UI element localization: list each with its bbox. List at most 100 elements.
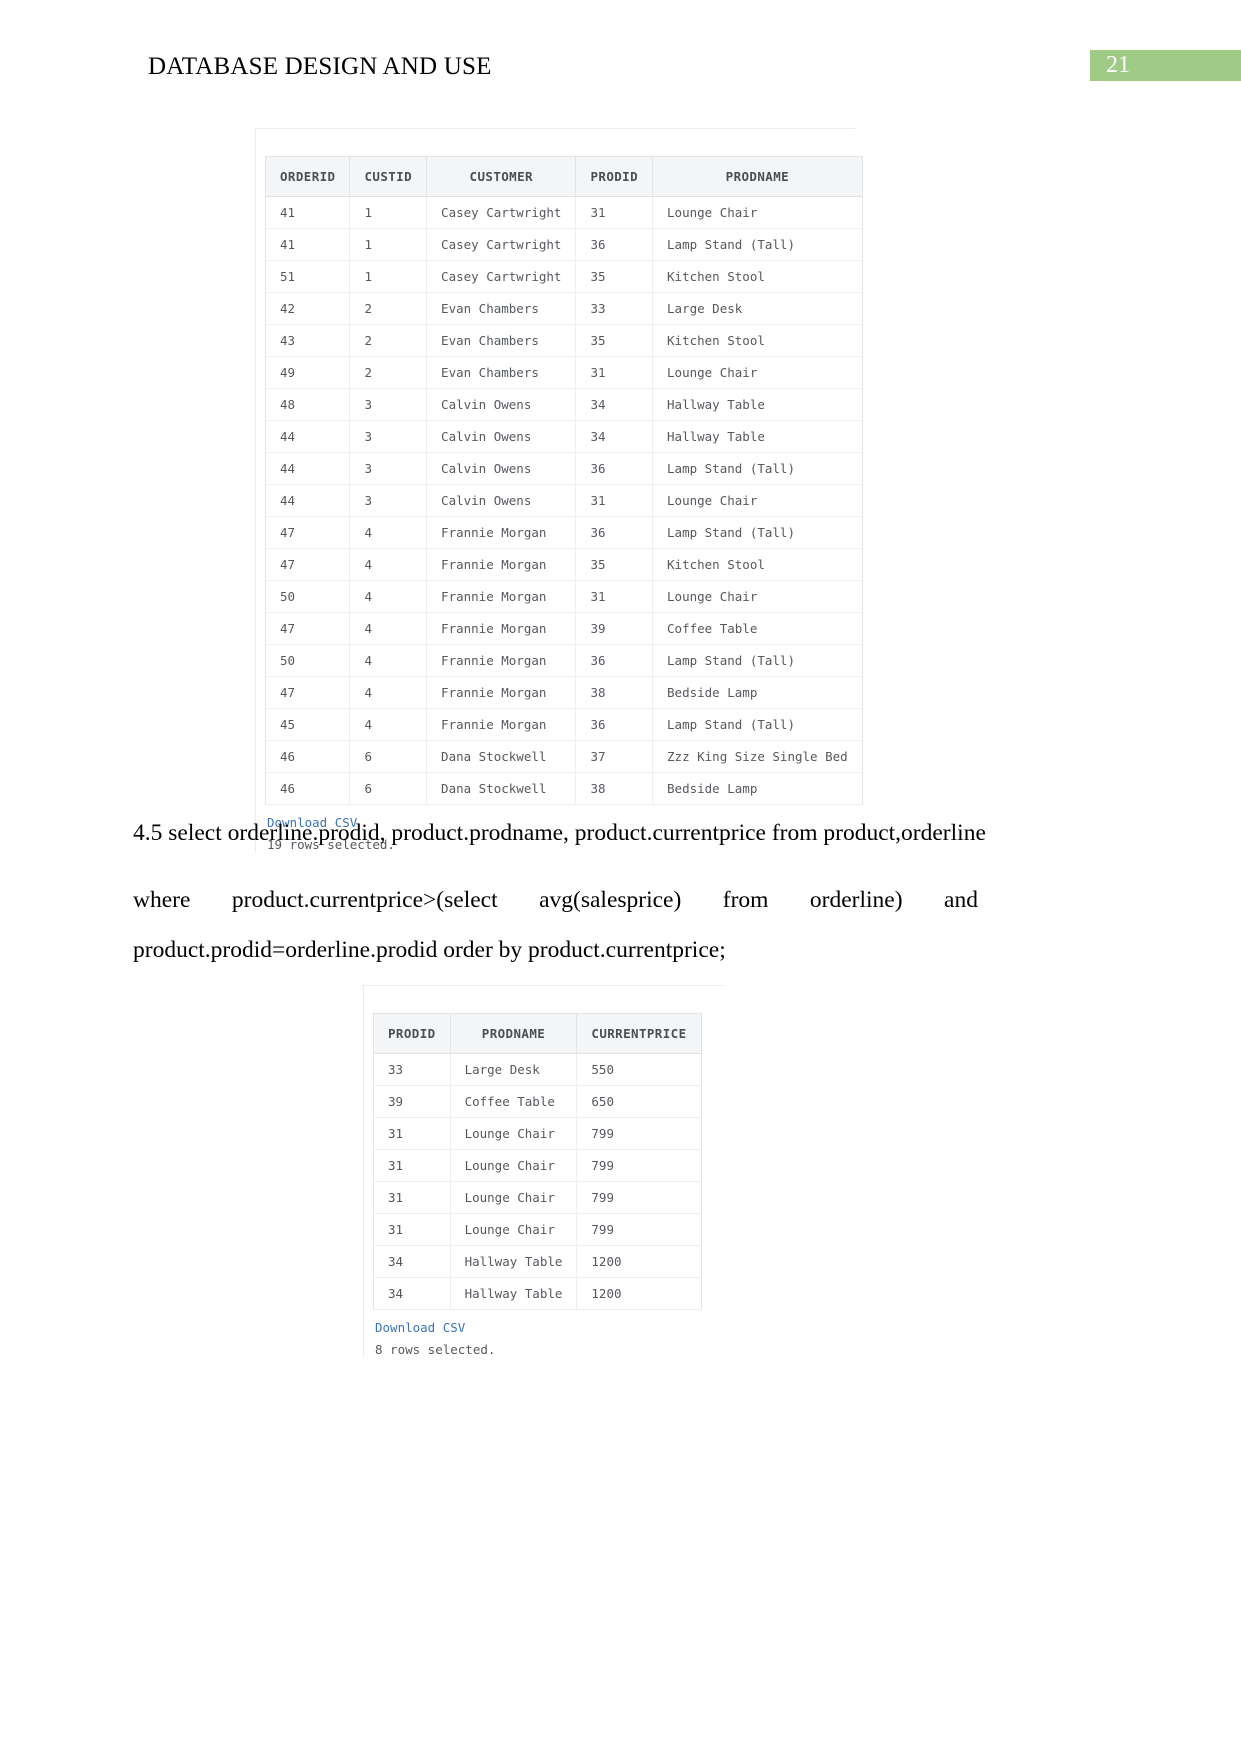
table-row[interactable]: 48 3 Calvin Owens 34 Hallway Table (265, 388, 863, 421)
table-body-1: 41 1 Casey Cartwright 31 Lounge Chair 41 1 Case… (265, 196, 863, 805)
cell-currentprice: 550 (576, 1053, 702, 1086)
table-row[interactable]: 41 1 Casey Cartwright 36 Lamp Stand (Tall) (265, 228, 863, 261)
table-row[interactable]: 31 Lounge Chair 799 (373, 1117, 702, 1150)
cell-prodname: Lamp Stand (Tall) (652, 708, 863, 741)
cell-prodname: Lounge Chair (450, 1149, 578, 1182)
table-row[interactable]: 31 Lounge Chair 799 (373, 1149, 702, 1182)
column-header-prodid[interactable]: PRODID (575, 156, 654, 197)
cell-orderid: 50 (265, 580, 351, 613)
table-row[interactable]: 34 Hallway Table 1200 (373, 1277, 702, 1310)
cell-prodname: Bedside Lamp (652, 676, 863, 709)
cell-prodname: Lounge Chair (450, 1213, 578, 1246)
column-header-prodname[interactable]: PRODNAME (652, 156, 863, 197)
column-header-prodname[interactable]: PRODNAME (450, 1013, 578, 1054)
table-row[interactable]: 51 1 Casey Cartwright 35 Kitchen Stool (265, 260, 863, 293)
cell-custid: 2 (349, 356, 428, 389)
cell-orderid: 41 (265, 228, 351, 261)
table-row[interactable]: 43 2 Evan Chambers 35 Kitchen Stool (265, 324, 863, 357)
table-row[interactable]: 42 2 Evan Chambers 33 Large Desk (265, 292, 863, 325)
column-header-prodid[interactable]: PRODID (373, 1013, 451, 1054)
cell-prodid: 31 (373, 1117, 451, 1150)
cell-prodname: Lounge Chair (450, 1181, 578, 1214)
query-word: from (722, 887, 769, 913)
cell-customer: Frannie Morgan (426, 580, 577, 613)
cell-custid: 1 (349, 260, 428, 293)
cell-prodname: Lamp Stand (Tall) (652, 452, 863, 485)
cell-prodid: 39 (373, 1085, 451, 1118)
cell-prodname: Kitchen Stool (652, 548, 863, 581)
table-footer-2: Download CSV 8 rows selected. (373, 1310, 723, 1357)
table-row[interactable]: 44 3 Calvin Owens 36 Lamp Stand (Tall) (265, 452, 863, 485)
sql-result-table-1: ORDERID CUSTID CUSTOMER PRODID PRODNAME … (265, 156, 863, 805)
cell-currentprice: 1200 (576, 1245, 702, 1278)
page-running-header: DATABASE DESIGN AND USE 21 (0, 50, 1241, 84)
cell-prodname: Kitchen Stool (652, 324, 863, 357)
sql-result-block-currentprice: PRODID PRODNAME CURRENTPRICE 33 Large Des… (363, 985, 723, 1357)
query-line-1: 4.5 select orderline.prodid, product.pro… (133, 820, 986, 846)
query-word: orderline) (809, 887, 903, 913)
table-row[interactable]: 39 Coffee Table 650 (373, 1085, 702, 1118)
cell-currentprice: 799 (576, 1149, 702, 1182)
cell-prodid: 35 (575, 548, 654, 581)
table-row[interactable]: 50 4 Frannie Morgan 31 Lounge Chair (265, 580, 863, 613)
column-header-orderid[interactable]: ORDERID (265, 156, 351, 197)
download-csv-link[interactable]: Download CSV (375, 1320, 465, 1335)
column-header-customer[interactable]: CUSTOMER (426, 156, 577, 197)
column-header-currentprice[interactable]: CURRENTPRICE (576, 1013, 702, 1054)
table-row[interactable]: 44 3 Calvin Owens 34 Hallway Table (265, 420, 863, 453)
cell-custid: 1 (349, 228, 428, 261)
cell-currentprice: 1200 (576, 1277, 702, 1310)
table-row[interactable]: 47 4 Frannie Morgan 36 Lamp Stand (Tall) (265, 516, 863, 549)
cell-prodid: 31 (575, 484, 654, 517)
table-row[interactable]: 41 1 Casey Cartwright 31 Lounge Chair (265, 196, 863, 229)
cell-orderid: 45 (265, 708, 351, 741)
cell-prodid: 36 (575, 644, 654, 677)
cell-customer: Frannie Morgan (426, 516, 577, 549)
cell-orderid: 48 (265, 388, 351, 421)
table-row[interactable]: 31 Lounge Chair 799 (373, 1181, 702, 1214)
table-row[interactable]: 34 Hallway Table 1200 (373, 1245, 702, 1278)
table-row[interactable]: 44 3 Calvin Owens 31 Lounge Chair (265, 484, 863, 517)
cell-prodid: 31 (373, 1181, 451, 1214)
cell-prodid: 33 (575, 292, 654, 325)
cell-customer: Frannie Morgan (426, 548, 577, 581)
table-row[interactable]: 33 Large Desk 550 (373, 1053, 702, 1086)
cell-prodid: 36 (575, 516, 654, 549)
cell-prodid: 36 (575, 228, 654, 261)
table-row[interactable]: 49 2 Evan Chambers 31 Lounge Chair (265, 356, 863, 389)
cell-prodname: Coffee Table (652, 612, 863, 645)
table-row[interactable]: 47 4 Frannie Morgan 38 Bedside Lamp (265, 676, 863, 709)
column-header-custid[interactable]: CUSTID (349, 156, 428, 197)
cell-custid: 3 (349, 484, 428, 517)
table-row[interactable]: 31 Lounge Chair 799 (373, 1213, 702, 1246)
table-row[interactable]: 46 6 Dana Stockwell 38 Bedside Lamp (265, 772, 863, 805)
sql-result-table-2: PRODID PRODNAME CURRENTPRICE 33 Large Des… (373, 1013, 702, 1310)
table-header: ORDERID CUSTID CUSTOMER PRODID PRODNAME (265, 156, 863, 197)
table-row[interactable]: 47 4 Frannie Morgan 35 Kitchen Stool (265, 548, 863, 581)
table-row[interactable]: 45 4 Frannie Morgan 36 Lamp Stand (Tall) (265, 708, 863, 741)
cell-prodid: 35 (575, 324, 654, 357)
table-row[interactable]: 46 6 Dana Stockwell 37 Zzz King Size Single … (265, 740, 863, 773)
table-row[interactable]: 47 4 Frannie Morgan 39 Coffee Table (265, 612, 863, 645)
query-word: avg(salesprice) (539, 887, 682, 913)
cell-custid: 3 (349, 452, 428, 485)
cell-orderid: 43 (265, 324, 351, 357)
cell-customer: Dana Stockwell (426, 772, 577, 805)
cell-orderid: 47 (265, 548, 351, 581)
cell-customer: Evan Chambers (426, 324, 577, 357)
cell-prodid: 31 (575, 580, 654, 613)
cell-custid: 6 (349, 772, 428, 805)
table-row[interactable]: 50 4 Frannie Morgan 36 Lamp Stand (Tall) (265, 644, 863, 677)
query-paragraph-line-1: 4.5 select orderline.prodid, product.pro… (133, 808, 986, 859)
cell-custid: 4 (349, 612, 428, 645)
cell-prodid: 36 (575, 708, 654, 741)
rows-selected-label: 8 rows selected. (375, 1342, 496, 1357)
cell-orderid: 46 (265, 772, 351, 805)
cell-prodid: 34 (575, 388, 654, 421)
table-header: PRODID PRODNAME CURRENTPRICE (373, 1013, 702, 1054)
cell-currentprice: 650 (576, 1085, 702, 1118)
cell-orderid: 44 (265, 452, 351, 485)
query-word: where (133, 887, 191, 913)
cell-orderid: 51 (265, 260, 351, 293)
cell-currentprice: 799 (576, 1181, 702, 1214)
